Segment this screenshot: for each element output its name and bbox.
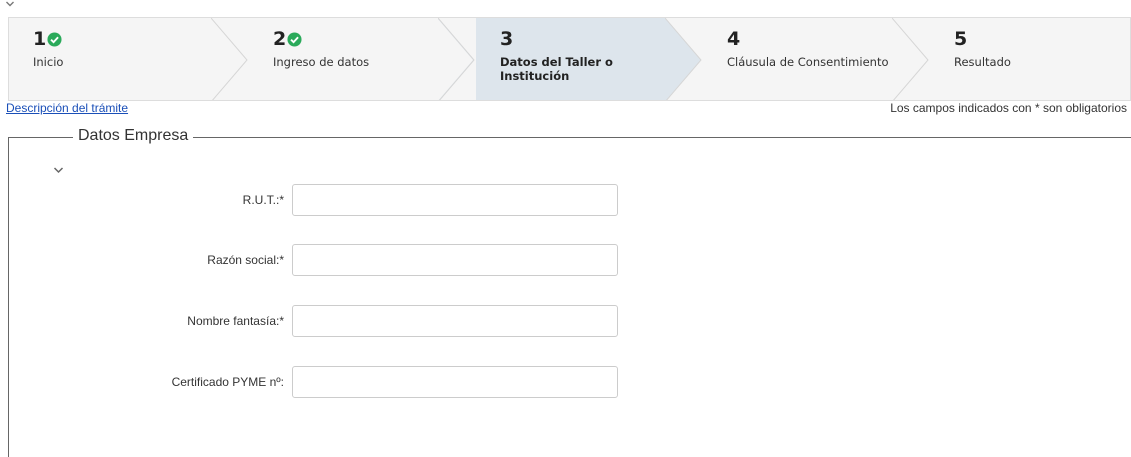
descripcion-tramite-link[interactable]: Descripción del trámite xyxy=(6,101,128,115)
section-title: Datos Empresa xyxy=(73,127,194,145)
razon-social-input[interactable] xyxy=(292,244,618,276)
required-fields-note: Los campos indicados con * son obligator… xyxy=(890,101,1127,115)
step-label: Resultado xyxy=(954,55,1011,69)
wizard-step-clausula[interactable]: 4 Cláusula de Consentimiento xyxy=(703,18,930,100)
nombre-fantasia-input[interactable] xyxy=(292,305,618,337)
rut-input[interactable] xyxy=(292,184,618,216)
razon-social-row: Razón social:* xyxy=(0,244,620,276)
certificado-pyme-label: Certificado PYME nº: xyxy=(171,375,284,389)
step-number: 2 xyxy=(273,28,287,50)
step-separator xyxy=(211,18,248,100)
step-number: 1 xyxy=(33,28,47,50)
step-label: Ingreso de datos xyxy=(273,55,370,69)
step-separator xyxy=(665,18,703,100)
step-label: Inicio xyxy=(33,55,64,69)
certificado-pyme-row: Certificado PYME nº: xyxy=(0,366,620,398)
wizard-step-ingreso-datos[interactable]: 2 Ingreso de datos xyxy=(249,18,476,100)
razon-social-label: Razón social:* xyxy=(207,253,284,267)
wizard-step-inicio[interactable]: 1 Inicio xyxy=(9,18,249,100)
wizard-step-resultado[interactable]: 5 Resultado xyxy=(930,18,1130,100)
chevron-down-icon[interactable] xyxy=(53,166,64,174)
rut-label: R.U.T.:* xyxy=(242,193,284,207)
step-number: 5 xyxy=(954,28,968,50)
nombre-fantasia-row: Nombre fantasía:* xyxy=(0,305,620,337)
step-number: 4 xyxy=(727,28,741,50)
check-circle-icon xyxy=(287,31,302,47)
chevron-down-icon[interactable] xyxy=(5,0,15,8)
check-circle-icon xyxy=(47,31,62,47)
step-label: Datos del Taller o Institución xyxy=(500,55,613,83)
certificado-pyme-input[interactable] xyxy=(292,366,618,398)
wizard-step-datos-taller[interactable]: 3 Datos del Taller o Institución xyxy=(476,18,703,100)
step-number: 3 xyxy=(500,28,514,50)
step-separator xyxy=(438,18,475,100)
rut-row: R.U.T.:* xyxy=(0,184,620,216)
step-label: Cláusula de Consentimiento xyxy=(727,55,889,69)
step-separator xyxy=(892,18,929,100)
nombre-fantasia-label: Nombre fantasía:* xyxy=(187,314,284,328)
wizard-steps: 1 Inicio 2 Ingreso de datos 3 Datos del … xyxy=(8,17,1131,101)
